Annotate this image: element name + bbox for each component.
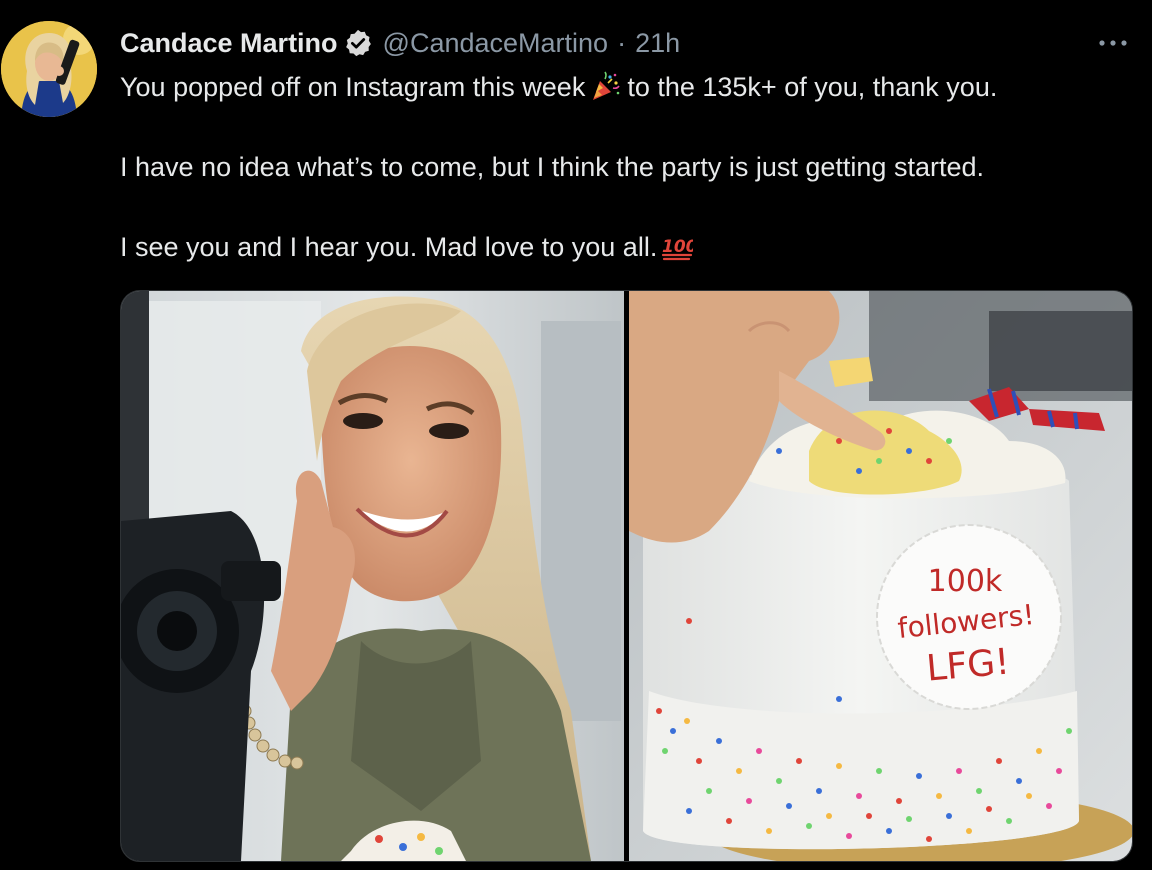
timestamp[interactable]: 21h — [635, 26, 680, 60]
cake-topper-line1: 100k — [928, 564, 1003, 599]
tweet-text-line-1: You popped off on Instagram this week to… — [120, 70, 997, 104]
verified-badge-icon — [343, 28, 373, 58]
tweet-text-segment: I see you and I hear you. Mad love to yo… — [120, 232, 658, 262]
avatar[interactable] — [1, 21, 97, 117]
more-icon[interactable] — [1098, 36, 1128, 50]
separator-dot: · — [617, 28, 627, 58]
tweet-text-segment: to the 135k+ of you, thank you. — [627, 72, 998, 102]
tweet: Candace Martino @CandaceMartino · 21h Yo… — [0, 0, 1152, 870]
photo-cake[interactable]: 100k followers! LFG! — [629, 291, 1132, 861]
photo-woman-smiling[interactable] — [121, 291, 624, 861]
media-grid: 100k followers! LFG! — [120, 290, 1133, 862]
cake-topper-line3: LFG! — [925, 642, 1011, 690]
display-name[interactable]: Candace Martino — [120, 26, 338, 60]
handle[interactable]: @CandaceMartino — [383, 26, 609, 60]
tweet-text-line-2: I have no idea what’s to come, but I thi… — [120, 152, 984, 182]
hundred-points-icon: 100 — [661, 231, 698, 263]
party-popper-icon — [589, 71, 621, 103]
tweet-header: Candace Martino @CandaceMartino · 21h — [120, 26, 680, 60]
tweet-text-segment: You popped off on Instagram this week — [120, 72, 586, 102]
tweet-text-line-3: I see you and I hear you. Mad love to yo… — [120, 230, 699, 264]
